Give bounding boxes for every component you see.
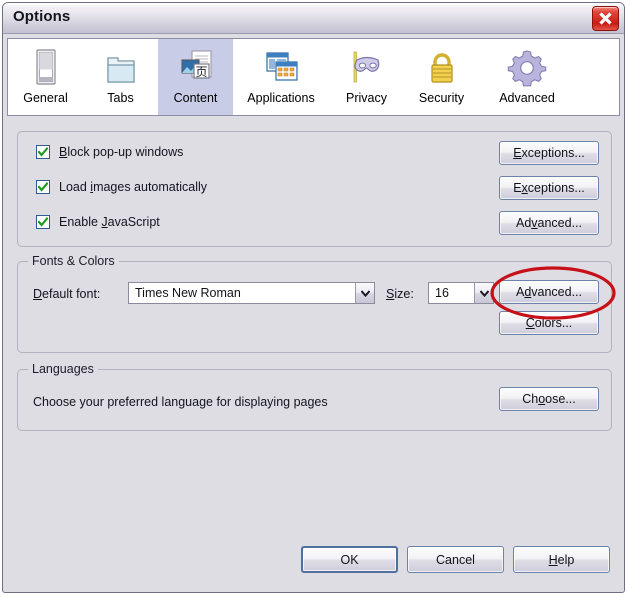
tab-applications-label: Applications	[247, 91, 315, 105]
folder-tabs-icon	[99, 46, 143, 90]
images-exceptions-button[interactable]: Exceptions...	[499, 176, 599, 200]
options-dialog-window: Options General Tabs 页 Content Applicati…	[2, 2, 625, 593]
languages-choose-label: Choose...	[522, 392, 576, 406]
default-font-combobox[interactable]: Times New Roman	[128, 282, 375, 304]
enable-javascript-checkbox[interactable]	[36, 215, 50, 229]
languages-choose-button[interactable]: Choose...	[499, 387, 599, 411]
tab-security-label: Security	[418, 91, 465, 105]
font-size-value: 16	[435, 286, 449, 300]
content-page-icon: 页	[174, 46, 218, 90]
title-bar: Options	[3, 3, 624, 34]
fonts-advanced-label: Advanced...	[515, 285, 583, 299]
popup-exceptions-label: Exceptions...	[513, 146, 585, 160]
tab-security[interactable]: Security	[404, 39, 479, 115]
close-button[interactable]	[592, 6, 619, 31]
window-title: Options	[13, 8, 71, 25]
enable-javascript-row: Enable JavaScript	[36, 215, 160, 229]
default-font-label: Default font:	[33, 287, 101, 301]
cancel-button[interactable]: Cancel	[407, 546, 504, 573]
tab-general[interactable]: General	[8, 39, 83, 115]
font-size-combobox[interactable]: 16	[428, 282, 494, 304]
size-label: Size:	[386, 287, 414, 301]
enable-javascript-label: Enable JavaScript	[59, 215, 160, 229]
languages-description: Choose your preferred language for displ…	[33, 395, 328, 409]
fonts-colors-button[interactable]: Colors...	[499, 311, 599, 335]
chevron-down-icon[interactable]	[355, 283, 374, 303]
block-popups-label: Block pop-up windows	[59, 145, 184, 159]
images-exceptions-label: Exceptions...	[513, 181, 585, 195]
load-images-checkbox[interactable]	[36, 180, 50, 194]
chevron-down-icon-size[interactable]	[474, 283, 493, 303]
tab-privacy-label: Privacy	[346, 91, 387, 105]
tab-content[interactable]: 页 Content	[158, 39, 233, 115]
fonts-colors-group-title: Fonts & Colors	[28, 254, 119, 268]
fonts-colors-label: Colors...	[525, 316, 573, 330]
load-images-label: Load images automatically	[59, 180, 208, 194]
mask-icon	[345, 46, 389, 90]
fonts-colors-group: Fonts & Colors Default font: Times New R…	[17, 254, 612, 353]
tab-applications[interactable]: Applications	[233, 39, 329, 115]
javascript-advanced-label: Advanced...	[515, 216, 583, 230]
tab-content-label: Content	[173, 91, 218, 105]
fonts-advanced-button[interactable]: Advanced...	[499, 280, 599, 304]
help-button-label: Help	[548, 552, 575, 567]
page-window-icon	[24, 46, 68, 90]
popup-exceptions-button[interactable]: Exceptions...	[499, 141, 599, 165]
two-windows-icon	[259, 46, 303, 90]
tab-advanced[interactable]: Advanced	[479, 39, 575, 115]
block-popups-checkbox[interactable]	[36, 145, 50, 159]
tab-tabs[interactable]: Tabs	[83, 39, 158, 115]
tab-general-label: General	[23, 91, 68, 105]
help-button[interactable]: Help	[513, 546, 610, 573]
block-popups-row: Block pop-up windows	[36, 145, 183, 159]
tab-privacy[interactable]: Privacy	[329, 39, 404, 115]
ok-button-label: OK	[340, 552, 359, 567]
javascript-advanced-button[interactable]: Advanced...	[499, 211, 599, 235]
tab-tabs-label: Tabs	[107, 91, 134, 105]
languages-group: Languages Choose your preferred language…	[17, 362, 612, 431]
gear-icon	[505, 46, 549, 90]
tab-advanced-label: Advanced	[499, 91, 555, 105]
ok-button[interactable]: OK	[301, 546, 398, 573]
svg-text:页: 页	[195, 65, 207, 79]
category-tab-strip: General Tabs 页 Content Applications Priv…	[7, 38, 620, 116]
padlock-icon	[420, 46, 464, 90]
load-images-row: Load images automatically	[36, 180, 207, 194]
cancel-button-label: Cancel	[436, 552, 475, 567]
content-options-group: Block pop-up windows Load images automat…	[17, 131, 612, 247]
default-font-value: Times New Roman	[135, 286, 241, 300]
languages-group-title: Languages	[28, 362, 98, 376]
